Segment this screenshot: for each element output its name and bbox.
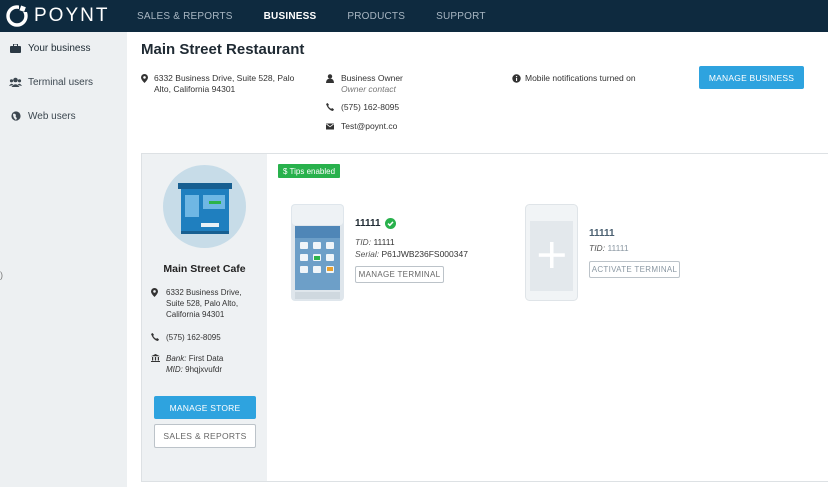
store-card: Main Street Cafe 6332 Business Drive, Su… bbox=[141, 153, 828, 482]
main-nav: SALES & REPORTS BUSINESS PRODUCTS SUPPOR… bbox=[137, 0, 517, 32]
store-address-line-2: Suite 528, Palo Alto, bbox=[166, 299, 239, 308]
store-address: 6332 Business Drive, Suite 528, Palo Alt… bbox=[151, 287, 242, 320]
business-phone-value: (575) 162-8095 bbox=[341, 102, 400, 112]
envelope-icon bbox=[326, 122, 334, 133]
poynt-logo[interactable]: POYNT bbox=[6, 4, 109, 28]
terminal-1-serial-label: Serial: bbox=[355, 249, 380, 259]
business-phone: (575) 162-8095 bbox=[326, 102, 399, 113]
notification-text: Mobile notifications turned on bbox=[525, 73, 636, 83]
terminal-1-serial: P61JWB236FS000347 bbox=[381, 249, 468, 259]
sidebar-item-label: Web users bbox=[28, 110, 76, 122]
owner-role: Owner contact bbox=[341, 84, 396, 94]
manage-store-button[interactable]: MANAGE STORE bbox=[154, 396, 256, 419]
nav-sales-reports[interactable]: SALES & REPORTS bbox=[137, 11, 233, 22]
top-navigation-bar: POYNT SALES & REPORTS BUSINESS PRODUCTS … bbox=[0, 0, 828, 32]
brand-name: POYNT bbox=[34, 5, 110, 26]
store-name: Main Street Cafe bbox=[163, 263, 246, 275]
phone-icon bbox=[326, 103, 334, 114]
business-address: 6332 Business Drive, Suite 528, Palo Alt… bbox=[141, 73, 311, 95]
nav-products[interactable]: PRODUCTS bbox=[347, 11, 405, 22]
sidebar-item-terminal-users[interactable]: Terminal users bbox=[9, 76, 93, 88]
store-summary: Main Street Cafe 6332 Business Drive, Su… bbox=[142, 154, 267, 481]
terminal-2-details: TID: 11111 bbox=[589, 242, 629, 254]
main-content: Main Street Restaurant 6332 Business Dri… bbox=[127, 32, 828, 487]
inactive-terminal-placeholder bbox=[525, 204, 578, 301]
store-phone-value: (575) 162-8095 bbox=[166, 333, 221, 342]
store-address-line-1: 6332 Business Drive, bbox=[166, 288, 242, 297]
mid-label: MID: bbox=[166, 365, 183, 374]
users-icon bbox=[9, 76, 22, 88]
tips-enabled-badge: $ Tips enabled bbox=[278, 164, 341, 178]
terminal-2-tid-label: TID: bbox=[589, 243, 606, 253]
sidebar-item-label: Your business bbox=[28, 42, 91, 54]
sidebar-item-web-users[interactable]: Web users bbox=[9, 110, 76, 122]
person-icon bbox=[326, 74, 334, 86]
check-circle-icon bbox=[384, 218, 396, 229]
sidebar-item-your-business[interactable]: Your business bbox=[9, 42, 90, 54]
nav-business[interactable]: BUSINESS bbox=[264, 11, 317, 22]
store-bank: Bank: First Data MID: 9hqjxvufdr bbox=[151, 353, 223, 375]
store-address-line-3: California 94301 bbox=[166, 310, 225, 319]
storefront-illustration bbox=[163, 165, 246, 248]
globe-icon bbox=[9, 110, 22, 122]
manage-terminal-button[interactable]: MANAGE TERMINAL bbox=[355, 266, 444, 283]
business-email-value[interactable]: Test@poynt.co bbox=[341, 121, 397, 132]
sidebar: Your business Terminal users Web users ) bbox=[0, 32, 127, 487]
map-marker-icon bbox=[151, 288, 158, 300]
info-circle-icon bbox=[512, 74, 521, 86]
terminal-1-tid-label: TID: bbox=[355, 237, 372, 247]
terminal-2-tid: 11111 bbox=[607, 243, 629, 253]
terminal-1-tid: 11111 bbox=[373, 237, 395, 247]
terminal-1-details: TID: 11111 Serial: P61JWB236FS000347 bbox=[355, 236, 468, 260]
terminal-1-id: 11111 bbox=[355, 218, 396, 229]
address-line-2: Alto, California 94301 bbox=[154, 84, 236, 94]
bank-value: First Data bbox=[188, 354, 224, 363]
store-phone: (575) 162-8095 bbox=[151, 332, 221, 343]
business-email: Test@poynt.co bbox=[326, 121, 397, 132]
sidebar-collapse-handle[interactable]: ) bbox=[0, 270, 3, 280]
terminal-device-image bbox=[291, 204, 344, 301]
page-title: Main Street Restaurant bbox=[141, 41, 305, 58]
manage-business-button[interactable]: MANAGE BUSINESS bbox=[699, 66, 804, 89]
notification-status: Mobile notifications turned on bbox=[512, 73, 636, 84]
mid-value: 9hqjxvufdr bbox=[185, 365, 223, 374]
nav-support[interactable]: SUPPORT bbox=[436, 11, 486, 22]
sales-reports-button[interactable]: SALES & REPORTS bbox=[154, 424, 256, 448]
sidebar-item-label: Terminal users bbox=[28, 76, 94, 88]
owner-name: Business Owner bbox=[341, 73, 403, 83]
terminal-2-id: 11111 bbox=[589, 228, 615, 239]
phone-icon bbox=[151, 333, 159, 344]
address-line-1: 6332 Business Drive, Suite 528, Palo bbox=[154, 73, 295, 83]
bank-label: Bank: bbox=[166, 354, 187, 363]
map-marker-icon bbox=[141, 74, 148, 86]
bank-icon bbox=[151, 354, 160, 365]
poynt-logo-icon bbox=[6, 5, 28, 27]
activate-terminal-button[interactable]: ACTIVATE TERMINAL bbox=[589, 261, 680, 278]
briefcase-icon bbox=[9, 42, 22, 54]
terminal-1-id-text: 11111 bbox=[355, 218, 381, 229]
business-owner: Business Owner Owner contact bbox=[326, 73, 403, 95]
